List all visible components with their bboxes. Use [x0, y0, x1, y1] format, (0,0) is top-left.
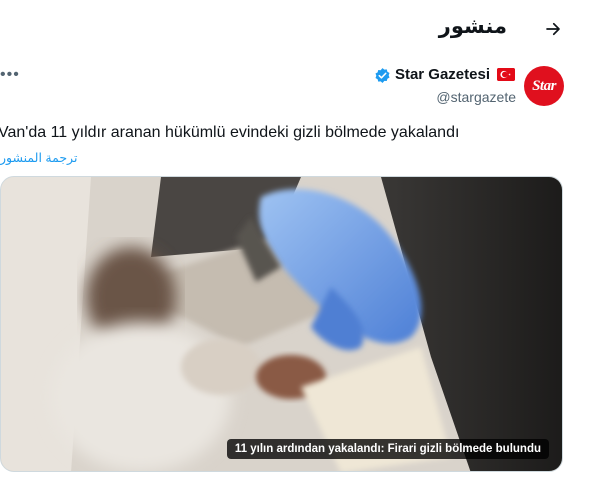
post-text: Van'da 11 yıldır aranan hükümlü evindeki… — [0, 124, 460, 141]
back-button[interactable] — [540, 16, 566, 42]
verified-badge-icon — [374, 67, 391, 84]
avatar[interactable]: Star — [524, 66, 564, 106]
more-options-button[interactable]: ••• — [0, 66, 20, 84]
arrow-right-icon — [546, 22, 560, 36]
author-name[interactable]: Star Gazetesi — [395, 66, 490, 83]
author-handle[interactable]: @stargazete — [436, 89, 516, 105]
media-caption: 11 yılın ardından yakalandı: Firari gizl… — [226, 439, 549, 459]
media-scene — [1, 177, 562, 471]
turkey-flag-icon — [497, 68, 515, 81]
page-title: منشور — [438, 15, 507, 38]
translate-post-link[interactable]: ترجمة المنشور — [0, 150, 77, 165]
post-media-image[interactable]: 11 yılın ardından yakalandı: Firari gizl… — [0, 176, 563, 472]
